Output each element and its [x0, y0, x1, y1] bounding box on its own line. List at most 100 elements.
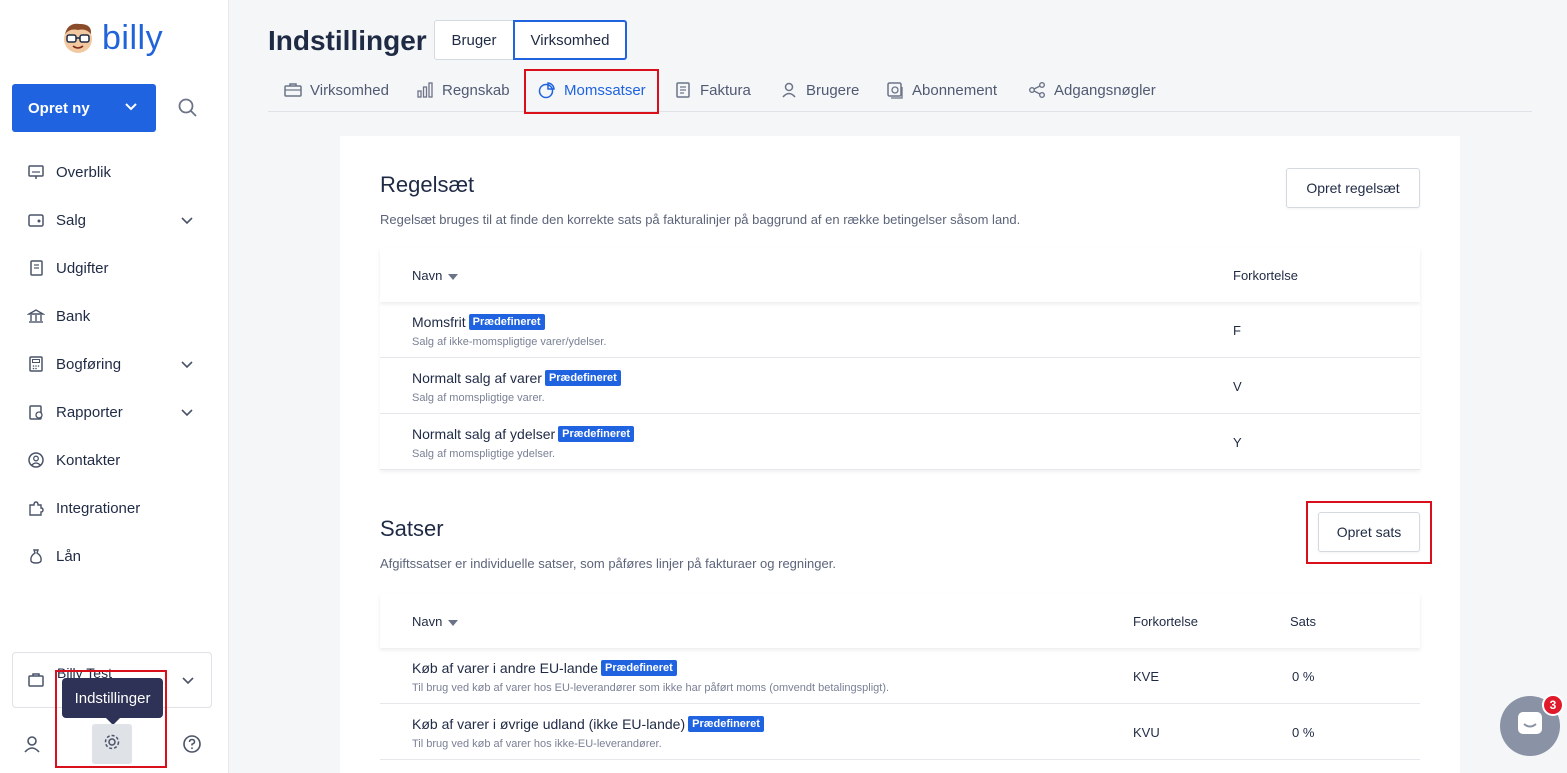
tab-label: Virksomhed	[310, 81, 389, 99]
settings-tooltip: Indstillinger	[62, 678, 163, 725]
predefined-badge: Prædefineret	[558, 426, 635, 442]
user-icon	[780, 81, 798, 99]
help-icon[interactable]	[180, 732, 204, 756]
sidebar-item-label: Overblik	[56, 163, 112, 181]
tab-label: Regnskab	[442, 81, 510, 99]
tab-brugere[interactable]: Brugere	[780, 68, 859, 112]
row-name: Køb af varer i andre EU-lande	[412, 660, 598, 676]
row-abbr: Y	[1233, 435, 1242, 450]
segment-bruger[interactable]: Bruger	[434, 20, 514, 60]
sidebar-item-label: Kontakter	[56, 451, 121, 469]
table-row[interactable]: Normalt salg af varer Prædefineret Salg a…	[380, 358, 1420, 414]
table-row[interactable]: Køb af varer i andre EU-lande Prædefinere…	[380, 648, 1420, 704]
row-description: Til brug ved køb af varer hos ikke-EU-le…	[412, 738, 662, 750]
tab-virksomhed[interactable]: Virksomhed	[284, 68, 389, 112]
column-header-abbr: Forkortelse	[1133, 614, 1199, 629]
sidebar-nav: Overblik Salg Udgifter Bank Bogføring Ra…	[0, 148, 228, 580]
sort-desc-icon	[448, 619, 459, 626]
table-row[interactable]: Køb af varer i øvrige udland (ikke EU-la…	[380, 704, 1420, 760]
document-icon	[674, 81, 692, 99]
create-new-button[interactable]: Opret ny	[12, 84, 156, 132]
predefined-badge: Prædefineret	[600, 660, 677, 676]
sidebar-item-rapporter[interactable]: Rapporter	[0, 388, 228, 436]
tab-label: Brugere	[806, 81, 860, 99]
chat-unread-badge: 3	[1542, 694, 1564, 716]
settings-tabs: Virksomhed Regnskab Momssatser Faktura B…	[268, 68, 1532, 112]
briefcase-icon	[284, 81, 302, 99]
table-row[interactable]: Momsfrit Prædefineret Salg af ikke-momspl…	[380, 302, 1420, 358]
money-bag-icon	[26, 546, 46, 566]
rates-description: Afgiftssatser er individuelle satser, so…	[380, 556, 836, 571]
segment-virksomhed[interactable]: Virksomhed	[513, 20, 627, 60]
rulesets-title: Regelsæt	[380, 172, 475, 197]
row-abbr: V	[1233, 379, 1242, 394]
user-profile-icon[interactable]	[20, 732, 44, 756]
row-rate: 0 %	[1292, 669, 1315, 684]
contact-icon	[26, 450, 46, 470]
sidebar-item-kontakter[interactable]: Kontakter	[0, 436, 228, 484]
row-name: Normalt salg af ydelser	[412, 426, 556, 442]
bank-icon	[26, 306, 46, 326]
create-rate-button[interactable]: Opret sats	[1318, 512, 1420, 552]
wallet-icon	[26, 210, 46, 230]
report-icon	[26, 402, 46, 422]
row-name: Momsfrit	[412, 314, 466, 330]
subscription-icon	[886, 81, 904, 99]
table-row[interactable]: Normalt salg af ydelser Prædefineret Salg…	[380, 414, 1420, 470]
sidebar-item-label: Salg	[56, 211, 87, 229]
row-description: Salg af momspligtige varer.	[412, 392, 545, 404]
predefined-badge: Prædefineret	[544, 370, 621, 386]
create-ruleset-button[interactable]: Opret regelsæt	[1286, 168, 1420, 208]
tab-regnskab[interactable]: Regnskab	[416, 68, 510, 112]
column-header-name[interactable]: Navn	[412, 614, 459, 629]
sidebar-item-lan[interactable]: Lån	[0, 532, 228, 580]
chevron-down-icon[interactable]	[180, 405, 194, 419]
row-name: Normalt salg af varer	[412, 370, 542, 386]
sidebar-item-label: Lån	[56, 547, 82, 565]
chevron-down-icon[interactable]	[180, 213, 194, 227]
sidebar-item-label: Integrationer	[56, 499, 141, 517]
pie-chart-icon	[538, 81, 556, 99]
rulesets-description: Regelsæt bruges til at finde den korrekt…	[380, 212, 1021, 227]
row-name: Køb af varer i øvrige udland (ikke EU-la…	[412, 716, 686, 732]
row-description: Salg af ikke-momspligtige varer/ydelser.	[412, 336, 607, 348]
tab-abonnement[interactable]: Abonnement	[886, 68, 997, 112]
tab-label: Faktura	[700, 81, 751, 99]
table-header: Navn Forkortelse Sats	[380, 594, 1420, 648]
logo[interactable]: billy	[60, 20, 163, 56]
row-abbr: KVU	[1133, 725, 1160, 740]
table-body: Momsfrit Prædefineret Salg af ikke-momspl…	[380, 302, 1420, 470]
gear-icon	[102, 732, 122, 757]
tab-label: Abonnement	[912, 81, 998, 99]
chevron-down-icon	[181, 673, 195, 692]
rates-table: Navn Forkortelse Sats Køb af varer i and…	[380, 594, 1420, 760]
puzzle-icon	[26, 498, 46, 518]
tab-momssatser[interactable]: Momssatser	[538, 68, 646, 112]
create-new-label: Opret ny	[28, 99, 90, 117]
chat-icon	[1515, 709, 1545, 744]
sidebar-item-bank[interactable]: Bank	[0, 292, 228, 340]
tab-faktura[interactable]: Faktura	[674, 68, 751, 112]
logo-text: billy	[102, 19, 164, 57]
briefcase-icon	[27, 671, 45, 694]
receipt-icon	[26, 258, 46, 278]
predefined-badge: Prædefineret	[468, 314, 545, 330]
column-header-name[interactable]: Navn	[412, 268, 459, 283]
chevron-down-icon[interactable]	[180, 357, 194, 371]
table-body: Køb af varer i andre EU-lande Prædefinere…	[380, 648, 1420, 760]
settings-button[interactable]	[92, 724, 132, 764]
rulesets-table: Navn Forkortelse Momsfrit Prædefineret Sa…	[380, 248, 1420, 470]
sidebar-item-udgifter[interactable]: Udgifter	[0, 244, 228, 292]
sidebar-item-salg[interactable]: Salg	[0, 196, 228, 244]
sidebar: billy Opret ny Overblik Salg Udgifter Ba…	[0, 0, 229, 773]
tab-adgangsnogler[interactable]: Adgangsnøgler	[1028, 68, 1156, 112]
share-nodes-icon	[1028, 81, 1046, 99]
sidebar-item-label: Rapporter	[56, 403, 123, 421]
sidebar-item-overblik[interactable]: Overblik	[0, 148, 228, 196]
column-header-label: Navn	[412, 614, 443, 629]
sidebar-item-bogforing[interactable]: Bogføring	[0, 340, 228, 388]
calculator-icon	[26, 354, 46, 374]
sidebar-item-integrationer[interactable]: Integrationer	[0, 484, 228, 532]
billy-mascot-icon	[60, 20, 96, 56]
search-icon[interactable]	[176, 96, 200, 120]
